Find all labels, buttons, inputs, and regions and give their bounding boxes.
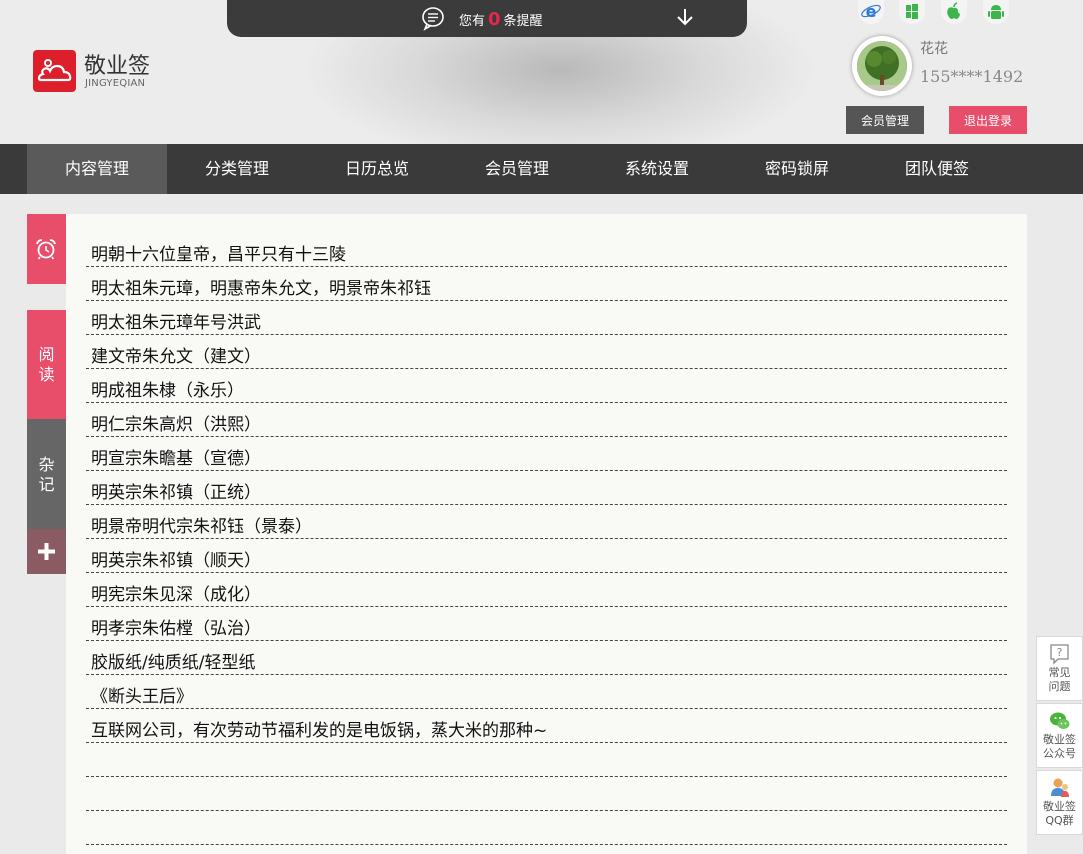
ie-icon[interactable]: e <box>858 0 884 24</box>
note-text: 《断头王后》 <box>91 687 193 707</box>
note-item[interactable]: 建文帝朱允文（建文） <box>86 335 1007 369</box>
logo-name: 敬业签 <box>84 54 151 79</box>
read-tab-label-1: 阅 <box>38 345 55 364</box>
note-item[interactable]: 明景帝明代宗朱祁钰（景泰） <box>86 505 1007 539</box>
note-text: 明宣宗朱瞻基（宣德） <box>91 449 261 469</box>
svg-text:?: ? <box>1057 646 1063 659</box>
note-item[interactable]: 明朝十六位皇帝，昌平只有十三陵 <box>86 233 1007 267</box>
note-item[interactable]: 互联网公司，有次劳动节福利发的是电饭锅，蒸大米的那种~ <box>86 709 1007 743</box>
note-empty-line[interactable] <box>86 743 1007 777</box>
wechat-label: 敬业签 公众号 <box>1037 733 1082 761</box>
note-item[interactable]: 明仁宗朱高炽（洪熙） <box>86 403 1007 437</box>
nav-system-settings[interactable]: 系统设置 <box>587 144 727 194</box>
misc-tab-label-1: 杂 <box>38 455 55 474</box>
reminder-text: 您有 0 条提醒 <box>459 9 543 30</box>
plus-icon <box>38 543 55 560</box>
apple-icon[interactable] <box>941 0 967 24</box>
note-item[interactable]: 明宣宗朱瞻基（宣德） <box>86 437 1007 471</box>
logout-button[interactable]: 退出登录 <box>949 106 1027 134</box>
qq-group-label: 敬业签 QQ群 <box>1037 800 1082 828</box>
notes-list: 明朝十六位皇帝，昌平只有十三陵 明太祖朱元璋，明惠帝朱允文，明景帝朱祁钰 明太祖… <box>86 233 1007 845</box>
note-text: 明孝宗朱佑樘（弘治） <box>91 619 261 639</box>
note-text: 明太祖朱元璋，明惠帝朱允文，明景帝朱祁钰 <box>91 279 431 299</box>
reminder-count: 0 <box>488 9 501 30</box>
note-item[interactable]: 明英宗朱祁镇（正统） <box>86 471 1007 505</box>
note-item[interactable]: 《断头王后》 <box>86 675 1007 709</box>
reminder-suffix: 条提醒 <box>503 14 543 29</box>
faq-label: 常见 问题 <box>1037 666 1082 694</box>
arrow-down-icon[interactable] <box>675 7 695 27</box>
nav-category-management[interactable]: 分类管理 <box>167 144 307 194</box>
faq-label-1: 常见 <box>1048 666 1071 679</box>
add-category-button[interactable] <box>27 529 66 574</box>
qq-icon <box>1051 778 1069 797</box>
nav-calendar-overview[interactable]: 日历总览 <box>307 144 447 194</box>
note-item[interactable]: 胶版纸/纯质纸/轻型纸 <box>86 641 1007 675</box>
message-icon <box>422 7 444 31</box>
faq-widget[interactable]: ? 常见 问题 <box>1036 636 1083 701</box>
logo-subtitle: JINGYEQIAN <box>85 78 146 89</box>
note-text: 明朝十六位皇帝，昌平只有十三陵 <box>91 245 346 265</box>
note-item[interactable]: 明宪宗朱见深（成化） <box>86 573 1007 607</box>
note-text: 胶版纸/纯质纸/轻型纸 <box>91 653 256 673</box>
android-icon[interactable] <box>983 0 1009 24</box>
misc-tab-label-2: 记 <box>38 475 55 494</box>
read-tab[interactable]: 阅 读 <box>27 310 66 419</box>
note-text: 明英宗朱祁镇（正统） <box>91 483 261 503</box>
note-item[interactable]: 明太祖朱元璋年号洪武 <box>86 301 1007 335</box>
question-icon: ? <box>1050 644 1069 665</box>
avatar-image <box>857 41 907 91</box>
windows-icon[interactable] <box>899 0 925 24</box>
reminder-bar[interactable]: 您有 0 条提醒 <box>227 0 747 37</box>
note-text: 明景帝明代宗朱祁钰（景泰） <box>91 517 312 537</box>
note-text: 明宪宗朱见深（成化） <box>91 585 261 605</box>
logo-icon <box>33 50 76 92</box>
nav-team-notes[interactable]: 团队便签 <box>867 144 1007 194</box>
note-empty-line[interactable] <box>86 777 1007 811</box>
faq-label-2: 问题 <box>1048 680 1071 693</box>
note-empty-line[interactable] <box>86 811 1007 845</box>
nav-member-management[interactable]: 会员管理 <box>447 144 587 194</box>
note-item[interactable]: 明孝宗朱佑樘（弘治） <box>86 607 1007 641</box>
reminder-tab[interactable] <box>27 214 66 284</box>
notes-panel: 明朝十六位皇帝，昌平只有十三陵 明太祖朱元璋，明惠帝朱允文，明景帝朱祁钰 明太祖… <box>66 214 1027 854</box>
wechat-label-2: 公众号 <box>1043 747 1076 760</box>
qq-group-widget[interactable]: 敬业签 QQ群 <box>1036 770 1083 835</box>
svg-text:e: e <box>866 2 877 21</box>
alarm-clock-icon <box>36 239 56 260</box>
wechat-icon <box>1050 712 1070 729</box>
header: 您有 0 条提醒 敬业签 JINGYEQIAN e 花花 155****1492… <box>0 0 1083 144</box>
nav-content-management[interactable]: 内容管理 <box>27 144 167 194</box>
reminder-prefix: 您有 <box>459 14 486 29</box>
note-text: 明英宗朱祁镇（顺天） <box>91 551 261 571</box>
qq-group-label-1: 敬业签 <box>1043 800 1076 813</box>
note-item[interactable]: 明英宗朱祁镇（顺天） <box>86 539 1007 573</box>
note-item[interactable]: 明太祖朱元璋，明惠帝朱允文，明景帝朱祁钰 <box>86 267 1007 301</box>
user-name: 花花 <box>920 41 948 57</box>
wechat-widget[interactable]: 敬业签 公众号 <box>1036 703 1083 768</box>
note-text: 明仁宗朱高炽（洪熙） <box>91 415 261 435</box>
misc-tab[interactable]: 杂 记 <box>27 419 66 529</box>
wechat-label-1: 敬业签 <box>1043 733 1076 746</box>
note-text: 建文帝朱允文（建文） <box>91 347 261 367</box>
member-management-button[interactable]: 会员管理 <box>846 106 924 134</box>
qq-group-label-2: QQ群 <box>1045 814 1074 827</box>
note-text: 明太祖朱元璋年号洪武 <box>91 313 261 333</box>
note-text: 明成祖朱棣（永乐） <box>91 381 244 401</box>
note-item[interactable]: 明成祖朱棣（永乐） <box>86 369 1007 403</box>
avatar[interactable] <box>852 36 912 96</box>
note-text: 互联网公司，有次劳动节福利发的是电饭锅，蒸大米的那种~ <box>91 721 548 741</box>
nav-password-lock[interactable]: 密码锁屏 <box>727 144 867 194</box>
user-phone: 155****1492 <box>920 67 1024 86</box>
main-nav: 内容管理 分类管理 日历总览 会员管理 系统设置 密码锁屏 团队便签 <box>0 144 1083 194</box>
read-tab-label-2: 读 <box>38 365 55 384</box>
